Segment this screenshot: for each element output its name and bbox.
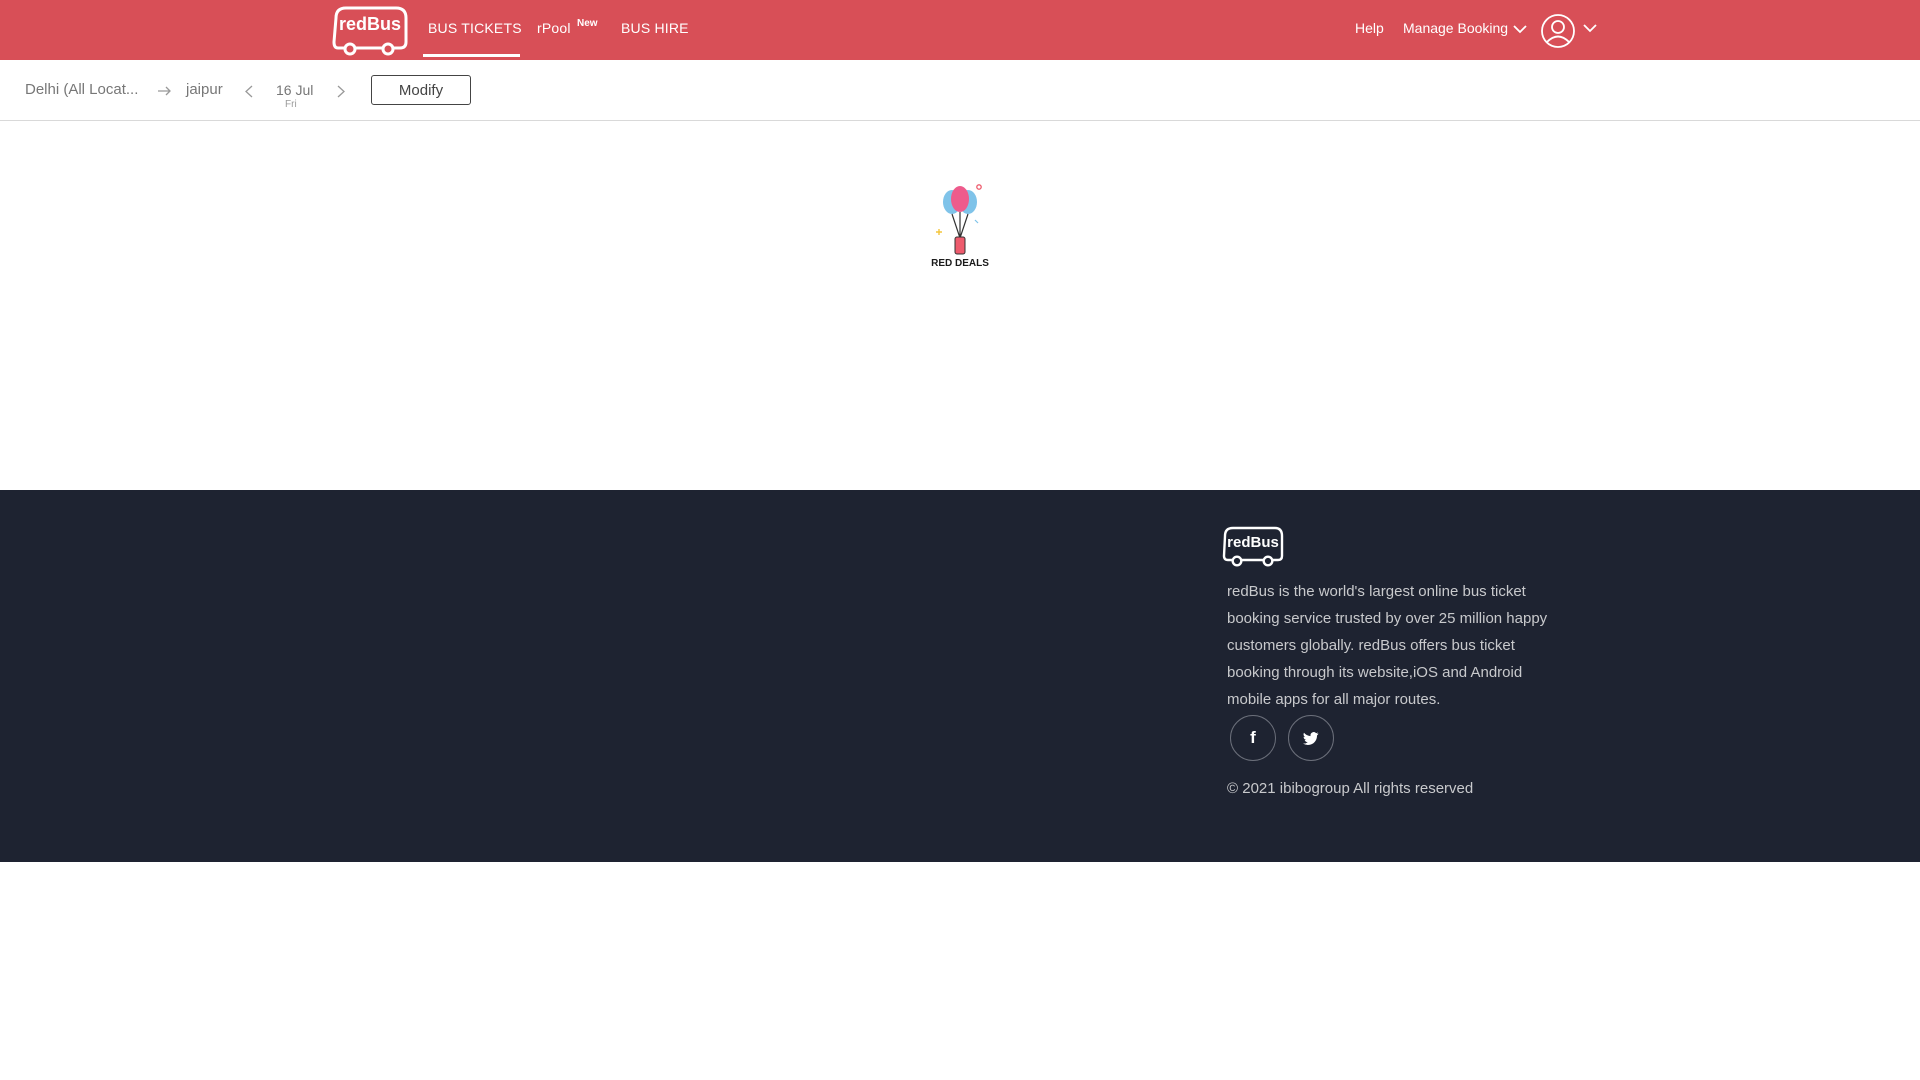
- top-header: redBus BUS TICKETS rPool New BUS HIRE He…: [0, 0, 1920, 60]
- twitter-icon: [1303, 731, 1319, 745]
- copyright: © 2021 ibibogroup All rights reserved: [1227, 780, 1473, 797]
- logo-text: redBus: [339, 14, 401, 34]
- red-deals-balloon-icon: [936, 184, 982, 255]
- footer-about-text: redBus is the world's largest online bus…: [1227, 583, 1548, 708]
- red-deals-label: RED DEALS: [931, 258, 989, 269]
- red-deals-widget[interactable]: RED DEALS: [925, 180, 995, 275]
- twitter-button[interactable]: [1288, 715, 1334, 761]
- journey-date[interactable]: 16 Jul: [276, 82, 313, 98]
- new-badge: New: [577, 18, 598, 29]
- nav-rpool[interactable]: rPool: [537, 20, 571, 36]
- source-city[interactable]: Delhi (All Locat...: [25, 81, 138, 98]
- redbus-logo[interactable]: redBus: [330, 4, 408, 56]
- modify-button[interactable]: Modify: [371, 75, 471, 105]
- facebook-button[interactable]: f: [1230, 715, 1276, 761]
- nav-bus-hire[interactable]: BUS HIRE: [621, 20, 689, 36]
- prev-date-chevron-icon[interactable]: [245, 85, 253, 98]
- help-link[interactable]: Help: [1355, 20, 1384, 36]
- arrow-right-icon: [158, 86, 171, 96]
- manage-booking-chevron-down-icon[interactable]: [1513, 24, 1527, 34]
- user-profile-icon[interactable]: [1540, 13, 1576, 49]
- footer: redBus redBus is the world's largest onl…: [0, 490, 1920, 862]
- next-date-chevron-icon[interactable]: [337, 85, 345, 98]
- footer-redbus-logo: redBus: [1222, 526, 1284, 567]
- footer-logo-text: redBus: [1227, 534, 1279, 551]
- facebook-icon: f: [1250, 728, 1256, 747]
- copyright-icon: ©: [1227, 780, 1239, 797]
- destination-city[interactable]: jaipur: [186, 81, 223, 98]
- nav-bus-tickets[interactable]: BUS TICKETS: [428, 20, 522, 36]
- nav-active-indicator: [423, 54, 520, 57]
- copyright-text: 2021 ibibogroup All rights reserved: [1242, 780, 1474, 797]
- search-summary-bar: Delhi (All Locat... jaipur 16 Jul Fri Mo…: [0, 60, 1920, 121]
- profile-chevron-down-icon[interactable]: [1583, 23, 1597, 33]
- journey-day: Fri: [285, 99, 297, 110]
- manage-booking-menu[interactable]: Manage Booking: [1403, 20, 1508, 36]
